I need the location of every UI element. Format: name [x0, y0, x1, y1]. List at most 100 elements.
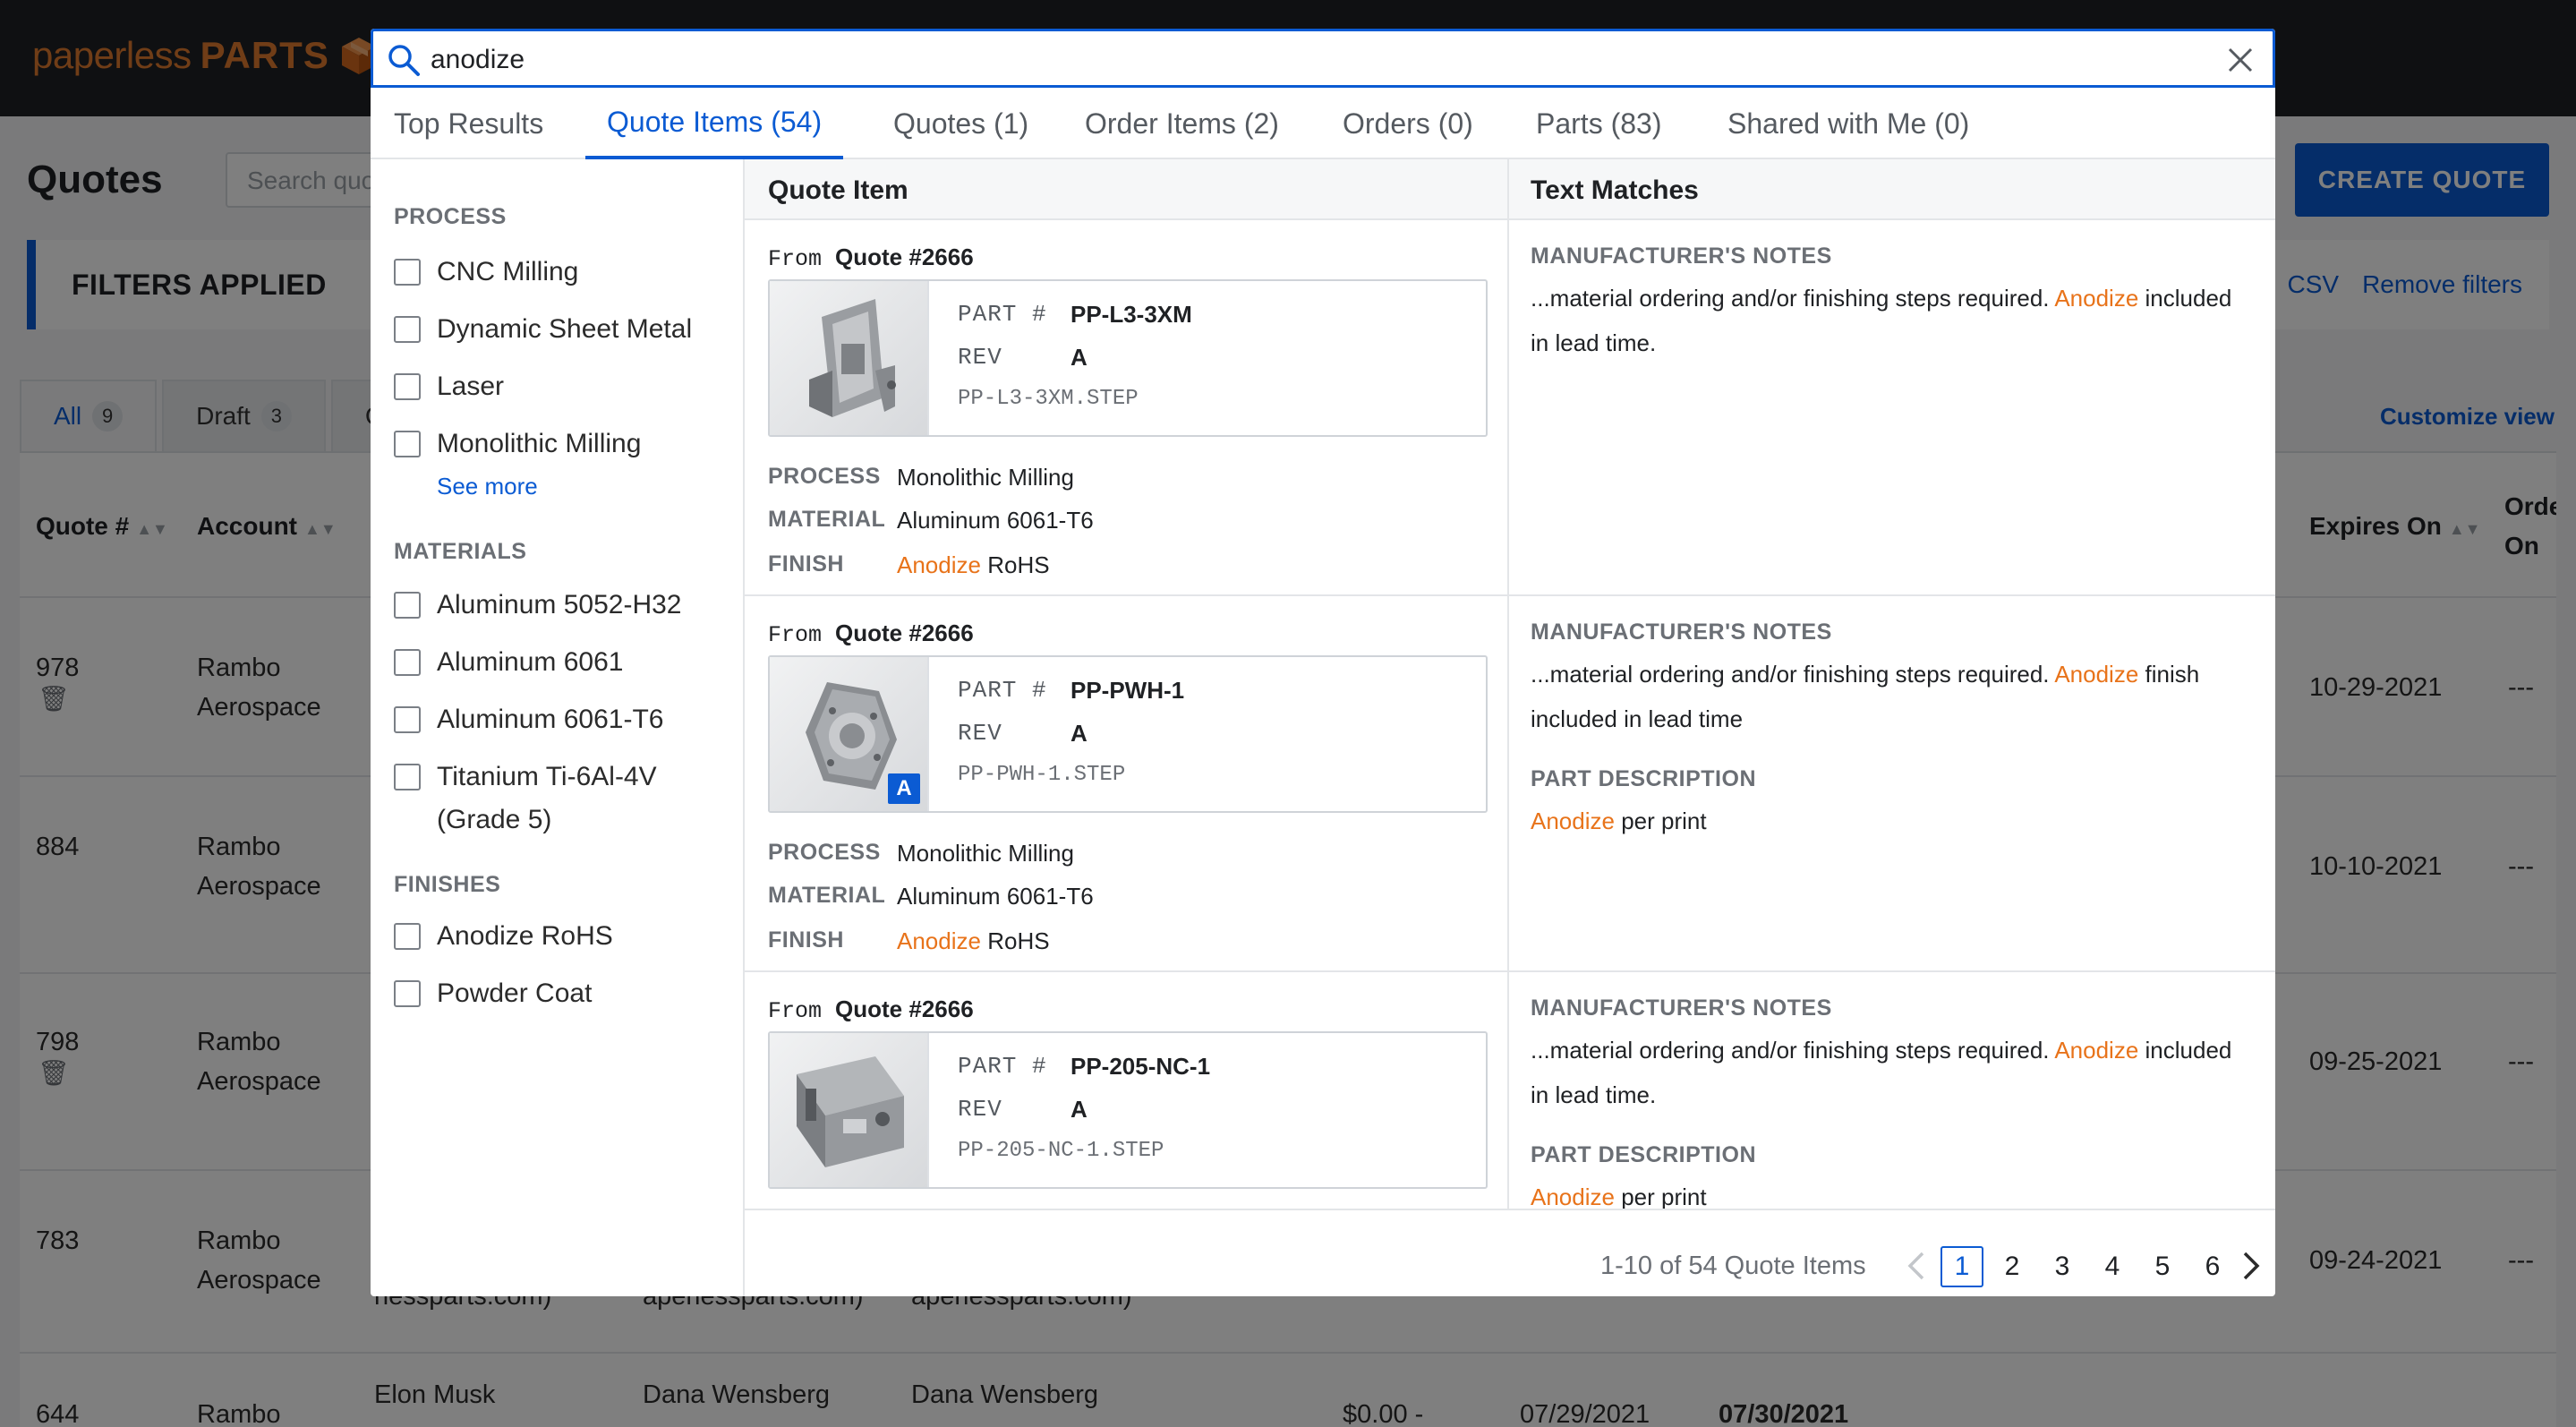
- facet-material-al-6061-t6[interactable]: Aluminum 6061-T6: [394, 698, 663, 741]
- revision-badge: A: [888, 773, 920, 804]
- manufacturer-notes-text: ...material ordering and/or finishing st…: [1531, 652, 2256, 741]
- result-row[interactable]: From Quote #2666 PART # PP-L3-3XM REV A: [745, 220, 2275, 596]
- tab-shared-with-me[interactable]: Shared with Me (0): [1727, 88, 1969, 159]
- tab-parts[interactable]: Parts (83): [1536, 88, 1661, 159]
- highlighted-match: Anodize: [2054, 285, 2139, 312]
- checkbox[interactable]: [394, 706, 421, 733]
- process-value: Monolithic Milling: [897, 464, 1074, 491]
- checkbox[interactable]: [394, 431, 421, 457]
- match-text-pre: ...material ordering and/or finishing st…: [1531, 1037, 2050, 1064]
- chevron-right-icon[interactable]: [2234, 1248, 2266, 1284]
- facet-process-cnc-milling[interactable]: CNC Milling: [394, 251, 578, 294]
- part-description-label: PART DESCRIPTION: [1531, 1142, 1756, 1167]
- process-label: PROCESS: [768, 840, 881, 865]
- material-label: MATERIAL: [768, 883, 886, 908]
- checkbox[interactable]: [394, 592, 421, 619]
- match-text-post: per print: [1621, 1183, 1707, 1210]
- from-label: From: [768, 246, 823, 272]
- page-button[interactable]: 3: [2041, 1246, 2084, 1287]
- page-button[interactable]: 2: [1991, 1246, 2034, 1287]
- facet-label: Monolithic Milling: [437, 429, 642, 458]
- chevron-left-icon[interactable]: [1901, 1248, 1933, 1284]
- process-value: Monolithic Milling: [897, 840, 1074, 867]
- result-row[interactable]: From Quote #2666 A PART # PP-PWH-1 REV A…: [745, 596, 2275, 972]
- finish-value: Anodize RoHS: [897, 927, 1050, 955]
- facet-label: Powder Coat: [437, 978, 593, 1008]
- manufacturer-notes-text: ...material ordering and/or finishing st…: [1531, 276, 2256, 365]
- checkbox[interactable]: [394, 259, 421, 286]
- tab-quote-items[interactable]: Quote Items (54): [585, 88, 844, 159]
- manufacturer-notes-label: MANUFACTURER'S NOTES: [1531, 244, 1832, 269]
- tab-top-results[interactable]: Top Results: [394, 88, 543, 159]
- facet-material-al-5052[interactable]: Aluminum 5052-H32: [394, 584, 681, 627]
- facet-label: Titanium Ti-6Al-4V (Grade 5): [437, 756, 657, 842]
- material-label: MATERIAL: [768, 507, 886, 532]
- global-search-input[interactable]: [431, 40, 2203, 80]
- rev-value: A: [1070, 720, 1088, 747]
- facet-label: Dynamic Sheet Metal: [437, 314, 693, 344]
- highlighted-match: Anodize: [2054, 661, 2139, 688]
- page-button[interactable]: 6: [2191, 1246, 2234, 1287]
- facet-process-dynamic-sheet-metal[interactable]: Dynamic Sheet Metal: [394, 308, 692, 351]
- part-thumbnail: [770, 281, 929, 435]
- checkbox[interactable]: [394, 316, 421, 343]
- from-quote: From Quote #2666: [768, 620, 974, 648]
- part-description-label: PART DESCRIPTION: [1531, 766, 1756, 791]
- part-card[interactable]: PART # PP-205-NC-1 REV A PP-205-NC-1.STE…: [768, 1031, 1488, 1189]
- material-value: Aluminum 6061-T6: [897, 883, 1094, 910]
- part-card[interactable]: A PART # PP-PWH-1 REV A PP-PWH-1.STEP: [768, 655, 1488, 813]
- tab-quotes[interactable]: Quotes (1): [893, 88, 1028, 159]
- part-card[interactable]: PART # PP-L3-3XM REV A PP-L3-3XM.STEP: [768, 279, 1488, 437]
- page-button[interactable]: 5: [2141, 1246, 2184, 1287]
- facet-label-line: Titanium Ti-6Al-4V: [437, 762, 657, 791]
- highlighted-match: Anodize: [897, 927, 981, 954]
- close-icon[interactable]: [2224, 44, 2256, 76]
- tab-order-items[interactable]: Order Items (2): [1085, 88, 1279, 159]
- checkbox[interactable]: [394, 980, 421, 1007]
- quote-link[interactable]: Quote #2666: [835, 995, 974, 1022]
- finish-rest: RoHS: [987, 551, 1050, 578]
- highlighted-match: Anodize: [1531, 807, 1615, 834]
- finish-label: FINISH: [768, 927, 844, 953]
- file-name: PP-PWH-1.STEP: [958, 763, 1126, 787]
- page-button[interactable]: 4: [2091, 1246, 2134, 1287]
- part-number: PP-L3-3XM: [1070, 301, 1192, 328]
- quote-link[interactable]: Quote #2666: [835, 244, 974, 270]
- rev-value: A: [1070, 344, 1088, 371]
- facet-process-laser[interactable]: Laser: [394, 365, 504, 408]
- part-number-label: PART #: [958, 1053, 1047, 1080]
- checkbox[interactable]: [394, 923, 421, 950]
- facet-label: CNC Milling: [437, 257, 579, 286]
- quote-link[interactable]: Quote #2666: [835, 620, 974, 646]
- part-number-label: PART #: [958, 677, 1047, 704]
- page-button[interactable]: 1: [1941, 1246, 1983, 1287]
- file-name: PP-L3-3XM.STEP: [958, 387, 1139, 411]
- facet-finish-anodize-rohs[interactable]: Anodize RoHS: [394, 915, 613, 958]
- from-quote: From Quote #2666: [768, 995, 974, 1024]
- from-label: From: [768, 622, 823, 648]
- rev-label: REV: [958, 344, 1002, 371]
- checkbox[interactable]: [394, 373, 421, 400]
- facet-title-finishes: FINISHES: [394, 872, 501, 897]
- checkbox[interactable]: [394, 764, 421, 790]
- search-bar: [371, 29, 2275, 88]
- results-panel: Quote Item Text Matches From Quote #2666: [745, 159, 2275, 1296]
- pagination-summary: 1-10 of 54 Quote Items: [1600, 1252, 1866, 1280]
- checkbox[interactable]: [394, 649, 421, 676]
- tab-orders[interactable]: Orders (0): [1343, 88, 1473, 159]
- facet-title-process: PROCESS: [394, 204, 507, 229]
- facet-label: Anodize RoHS: [437, 921, 613, 951]
- rev-label: REV: [958, 720, 1002, 747]
- search-tabs: Top Results Quote Items (54) Quotes (1) …: [371, 88, 2275, 159]
- facet-material-al-6061[interactable]: Aluminum 6061: [394, 641, 623, 684]
- facet-material-titanium[interactable]: Titanium Ti-6Al-4V (Grade 5): [394, 756, 657, 842]
- column-header-quote-item: Quote Item: [768, 175, 908, 205]
- highlighted-match: Anodize: [897, 551, 981, 578]
- facet-finish-powder-coat[interactable]: Powder Coat: [394, 972, 592, 1015]
- result-row[interactable]: From Quote #2666 PART # PP-205-NC-1 REV …: [745, 972, 2275, 1210]
- match-text-pre: ...material ordering and/or finishing st…: [1531, 285, 2050, 312]
- match-text-post: per print: [1621, 807, 1707, 834]
- facet-process-monolithic-milling[interactable]: Monolithic Milling: [394, 423, 641, 466]
- see-more-link[interactable]: See more: [437, 473, 538, 500]
- facet-title-materials: MATERIALS: [394, 539, 527, 564]
